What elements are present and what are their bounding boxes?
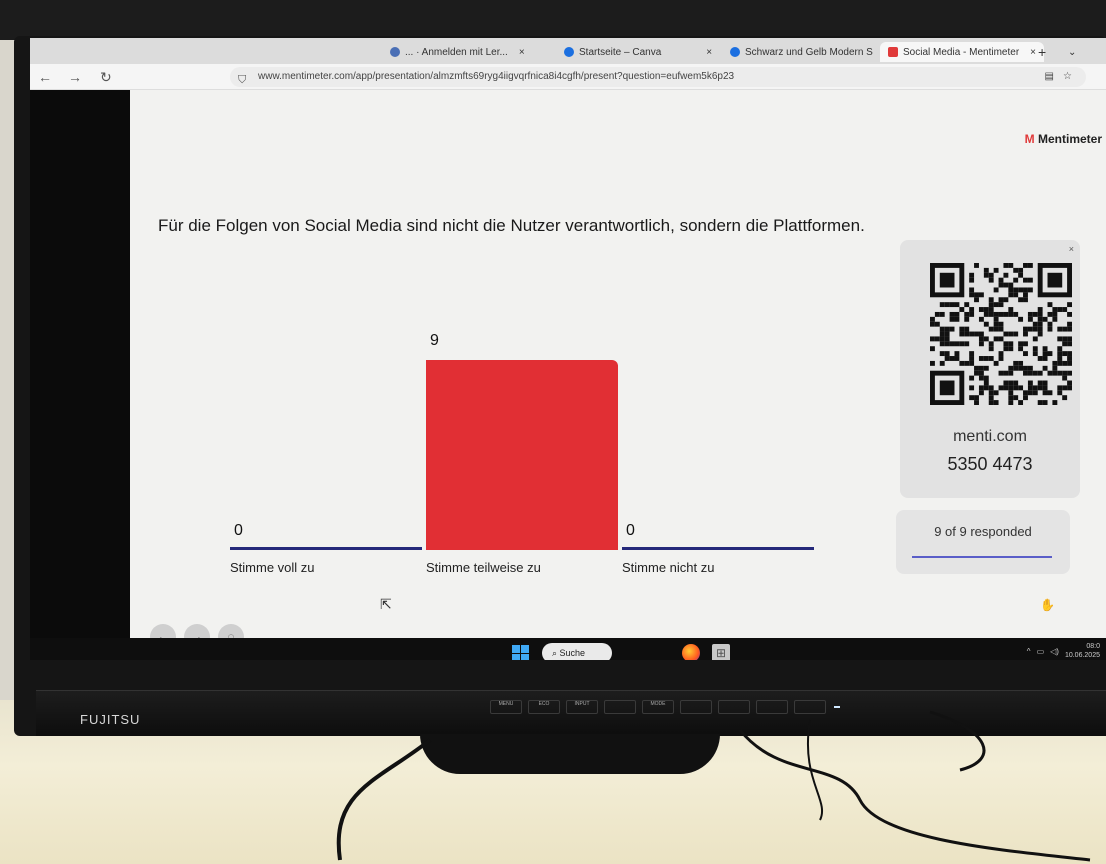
cables	[336, 710, 1091, 862]
